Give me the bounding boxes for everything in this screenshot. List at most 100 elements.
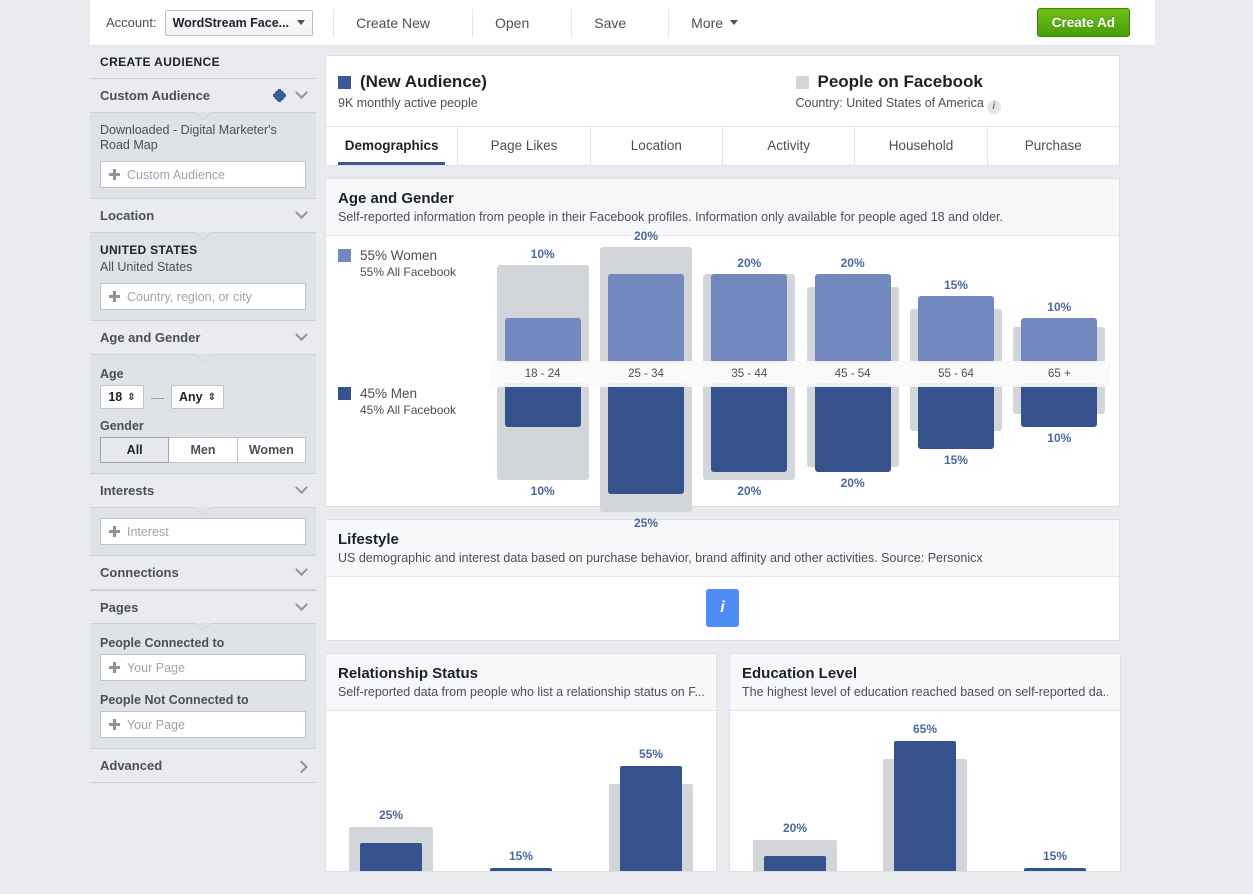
custom-audience-body: Downloaded - Digital Marketer's Road Map… (90, 112, 316, 199)
audience-bar-women[interactable] (917, 295, 994, 363)
chevron-down-icon (295, 86, 308, 100)
account-select[interactable]: WordStream Face... (164, 9, 314, 36)
sidebar-section-pages[interactable]: Pages (90, 590, 316, 624)
insights-main: (New Audience) 9K monthly active people … (325, 55, 1121, 894)
audience-bar-men[interactable] (1021, 382, 1098, 427)
tab-location[interactable]: Location (591, 126, 723, 165)
create-ad-button[interactable]: Create Ad (1036, 8, 1130, 37)
sidebar-section-age-and-gender[interactable]: Age and Gender (90, 321, 316, 355)
audience-bar[interactable] (894, 740, 956, 871)
tab-page-likes[interactable]: Page Likes (458, 126, 591, 165)
audience-bar-men[interactable] (814, 382, 891, 472)
chevron-down-icon (730, 20, 739, 25)
custom-audience-selected: Downloaded - Digital Marketer's Road Map (100, 123, 277, 152)
section-label: Advanced (100, 758, 163, 773)
info-icon[interactable]: i (706, 589, 739, 627)
pages-body: People Connected to Your Page People Not… (90, 623, 316, 749)
people-not-connected-input[interactable]: Your Page (100, 711, 306, 738)
women-value-label: 20% (633, 228, 658, 243)
men-value-label: 20% (737, 484, 762, 499)
gear-icon[interactable] (273, 89, 286, 102)
plus-icon (109, 719, 120, 730)
audience-bar-men[interactable] (504, 382, 581, 427)
location-detail: All United States (100, 260, 193, 274)
audience-summary: (New Audience) 9K monthly active people … (326, 56, 1119, 126)
gender-label: Gender (100, 419, 144, 433)
men-color-swatch (338, 386, 351, 400)
sidebar-section-connections[interactable]: Connections (90, 556, 316, 590)
age-min-select[interactable]: 18 ⇕ (100, 385, 144, 409)
audience-column: (New Audience) 9K monthly active people (338, 72, 723, 114)
bar-group-2: 65% (860, 711, 990, 871)
age-and-gender-card: Age and Gender Self-reported information… (325, 177, 1120, 530)
audience-bar-women[interactable] (711, 273, 788, 363)
location-input[interactable]: Country, region, or city (100, 283, 306, 310)
open-button[interactable]: Open (473, 0, 551, 46)
interests-body: Interest (90, 507, 316, 556)
age-and-gender-title: Age and Gender (338, 189, 454, 207)
gender-option-all[interactable]: All (100, 437, 170, 463)
audience-bar-women[interactable] (814, 273, 891, 363)
lifestyle-card: Lifestyle US demographic and interest da… (325, 518, 1120, 641)
value-label: 15% (508, 849, 534, 864)
interest-input[interactable]: Interest (100, 518, 306, 545)
audience-bar[interactable] (764, 855, 826, 871)
age-tick-label: 55 - 64 (938, 367, 974, 380)
value-label: 20% (782, 821, 808, 836)
audience-subtitle: 9K monthly active people (338, 96, 478, 110)
age-tick-label: 45 - 54 (834, 367, 871, 380)
education-level-header: Education Level The highest level of edu… (730, 653, 1120, 711)
account-label: Account: (106, 15, 157, 30)
section-label: Location (100, 208, 155, 223)
audience-bar[interactable] (360, 842, 422, 871)
age-tick-label: 18 - 24 (524, 367, 561, 380)
open-label: Open (495, 14, 530, 31)
bar-group-3: 15% (990, 711, 1120, 871)
tab-purchase[interactable]: Purchase (988, 127, 1119, 165)
gender-option-women[interactable]: Women (237, 437, 306, 463)
audience-bar-women[interactable] (607, 273, 684, 363)
audience-bar[interactable] (1024, 868, 1086, 871)
top-toolbar: Account: WordStream Face... Create New O… (90, 0, 1155, 46)
sidebar-section-advanced[interactable]: Advanced (90, 749, 316, 783)
location-placeholder: Country, region, or city (127, 289, 252, 304)
create-new-button[interactable]: Create New (334, 0, 452, 46)
age-range-dash: — (151, 389, 164, 405)
more-menu-button[interactable]: More (669, 0, 760, 46)
audience-bar-men[interactable] (917, 382, 994, 450)
men-value-label: 15% (943, 453, 968, 468)
sidebar-section-location[interactable]: Location (90, 199, 316, 233)
audience-bar[interactable] (620, 766, 682, 871)
comparison-column: People on Facebook Country: United State… (723, 72, 1108, 114)
sidebar-section-interests[interactable]: Interests (90, 474, 316, 508)
location-country: UNITED STATES (100, 243, 198, 257)
tab-activity[interactable]: Activity (723, 126, 856, 165)
audience-bar-men[interactable] (607, 382, 684, 494)
lifestyle-title: Lifestyle (338, 530, 399, 548)
interest-placeholder: Interest (127, 524, 169, 539)
age-range-row: 18 ⇕ — Any ⇕ (100, 385, 306, 409)
tab-demographics[interactable]: Demographics (326, 126, 459, 165)
legend-women-benchmark: 55% All Facebook (360, 264, 457, 279)
sidebar-section-custom-audience[interactable]: Custom Audience (90, 79, 316, 113)
legend-men-benchmark: 45% All Facebook (360, 402, 457, 417)
custom-audience-placeholder: Custom Audience (127, 167, 225, 182)
audience-bar-women[interactable] (1021, 318, 1098, 363)
chevron-down-icon (297, 20, 306, 25)
audience-bar-women[interactable] (504, 318, 581, 363)
tab-household[interactable]: Household (855, 126, 988, 165)
audience-bar-men[interactable] (711, 382, 788, 472)
info-icon[interactable]: i (986, 99, 1001, 114)
legend-men: 45% Men 45% All Facebook (338, 386, 456, 417)
people-connected-input[interactable]: Your Page (100, 654, 306, 681)
section-label: Age and Gender (100, 330, 201, 345)
custom-audience-input[interactable]: Custom Audience (100, 161, 306, 188)
legend-men-label: 45% Men (360, 385, 418, 401)
gender-option-men[interactable]: Men (169, 437, 238, 463)
men-value-label: 10% (530, 484, 555, 499)
lifestyle-header: Lifestyle US demographic and interest da… (326, 519, 1119, 577)
save-button[interactable]: Save (572, 0, 648, 46)
legend-women-label: 55% Women (360, 247, 438, 263)
age-max-select[interactable]: Any ⇕ (171, 385, 225, 409)
audience-bar[interactable] (490, 868, 552, 871)
